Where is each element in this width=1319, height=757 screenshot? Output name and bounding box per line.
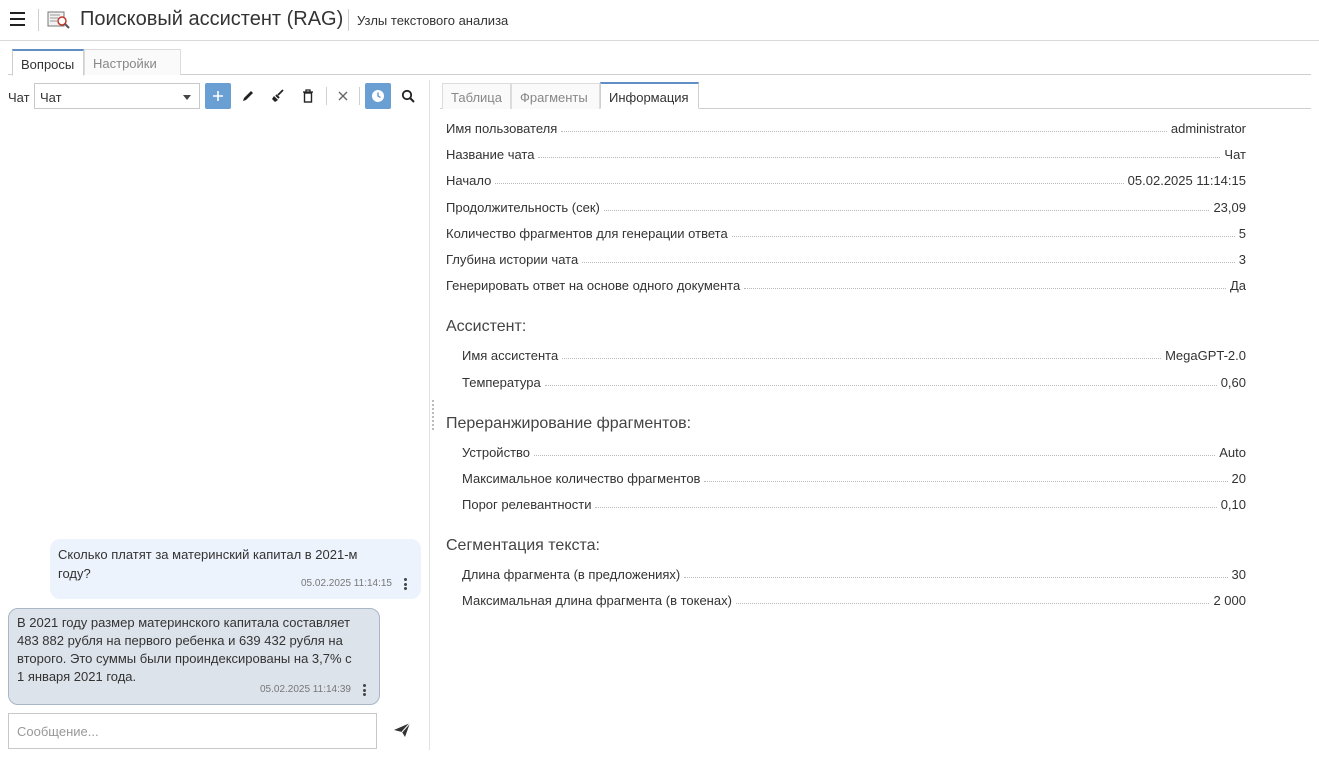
panel-divider[interactable] [429, 80, 430, 750]
app-subtitle[interactable]: Узлы текстового анализа [357, 13, 508, 28]
tab-table[interactable]: Таблица [442, 83, 511, 109]
message-input[interactable]: Сообщение... [8, 713, 377, 749]
info-row: Длина фрагмента (в предложениях) 30 [462, 562, 1246, 582]
delete-chat-button[interactable] [295, 83, 321, 109]
info-value: MegaGPT-2.0 [1165, 348, 1246, 363]
info-value: Да [1229, 278, 1246, 293]
info-key: Максимальное количество фрагментов [462, 471, 701, 486]
broom-icon [272, 89, 284, 102]
title-divider [348, 9, 349, 31]
history-button[interactable] [365, 83, 391, 109]
more-vertical-icon[interactable] [404, 578, 408, 592]
toolbar-divider [326, 87, 327, 105]
chevron-down-icon [183, 95, 191, 100]
send-button[interactable] [393, 722, 413, 740]
close-icon [338, 91, 348, 101]
info-row: Максимальное количество фрагментов 20 [462, 466, 1246, 486]
rag-app-icon [47, 10, 71, 30]
top-tabs-line [8, 74, 1311, 75]
info-key: Устройство [462, 445, 531, 460]
info-value: 23,09 [1213, 200, 1246, 215]
header-divider [38, 9, 39, 31]
info-value: 0,10 [1220, 497, 1246, 512]
info-value: 3 [1238, 252, 1246, 267]
toolbar-divider [359, 87, 360, 105]
info-value: administrator [1170, 121, 1246, 136]
user-message-time: 05.02.2025 11:14:15 [300, 578, 392, 589]
info-key: Генерировать ответ на основе одного доку… [446, 278, 741, 293]
info-row: Порог релевантности 0,10 [462, 492, 1246, 512]
pencil-icon [243, 91, 253, 101]
info-row: Имя пользователя administrator [446, 116, 1246, 136]
info-value: Auto [1219, 445, 1246, 460]
tab-fragments[interactable]: Фрагменты [511, 83, 600, 109]
info-key: Температура [462, 375, 541, 390]
info-row: Максимальная длина фрагмента (в токенах)… [462, 588, 1246, 608]
info-key: Максимальная длина фрагмента (в токенах) [462, 593, 732, 608]
chat-select[interactable]: Чат [34, 83, 200, 109]
info-value: 20 [1231, 471, 1246, 486]
info-key: Имя пользователя [446, 121, 558, 136]
info-key: Начало [446, 173, 492, 188]
clear-chat-button[interactable] [265, 83, 291, 109]
add-chat-button[interactable] [205, 83, 231, 109]
section-title-assistant: Ассистент: [446, 318, 527, 335]
info-key: Порог релевантности [462, 497, 592, 512]
info-value: 30 [1231, 567, 1246, 582]
info-row: Устройство Auto [462, 440, 1246, 460]
app-header: Поисковый ассистент (RAG) Узлы текстовог… [0, 0, 1319, 41]
info-row: Количество фрагментов для генерации отве… [446, 221, 1246, 241]
resize-grip-icon[interactable] [432, 400, 434, 430]
info-value: Чат [1224, 147, 1246, 162]
info-value: 2 000 [1213, 593, 1246, 608]
info-row: Продолжительность (сек) 23,09 [446, 195, 1246, 215]
send-icon [394, 722, 411, 737]
plus-icon [213, 91, 223, 101]
hamburger-menu-icon[interactable] [10, 12, 26, 28]
chat-panel: Чат Чат Сколько платят за материнский ка… [0, 76, 430, 757]
info-value: 05.02.2025 11:14:15 [1127, 173, 1246, 188]
info-key: Глубина истории чата [446, 252, 579, 267]
info-key: Длина фрагмента (в предложениях) [462, 567, 681, 582]
chat-select-label: Чат [8, 90, 30, 105]
close-chat-button[interactable] [330, 83, 356, 109]
info-value: 0,60 [1220, 375, 1246, 390]
info-key: Продолжительность (сек) [446, 200, 600, 215]
info-row: Генерировать ответ на основе одного доку… [446, 273, 1246, 293]
section-title-rerank: Переранжирование фрагментов: [446, 415, 692, 432]
assistant-message-text: В 2021 году размер материнского капитала… [17, 615, 352, 684]
info-row: Глубина истории чата 3 [446, 247, 1246, 267]
info-row: Имя ассистента MegaGPT-2.0 [462, 343, 1246, 363]
info-key: Название чата [446, 147, 535, 162]
assistant-message: В 2021 году размер материнского капитала… [8, 608, 380, 705]
edit-chat-button[interactable] [235, 83, 261, 109]
assistant-message-time: 05.02.2025 11:14:39 [259, 684, 351, 695]
app-title: Поисковый ассистент (RAG) [80, 8, 344, 30]
info-row: Начало 05.02.2025 11:14:15 [446, 168, 1246, 188]
search-button[interactable] [395, 83, 421, 109]
user-message: Сколько платят за материнский капитал в … [50, 539, 421, 599]
info-value: 5 [1238, 226, 1246, 241]
section-title-segmentation: Сегментация текста: [446, 537, 600, 554]
search-icon [401, 89, 415, 103]
info-key: Имя ассистента [462, 348, 559, 363]
info-row: Название чата Чат [446, 142, 1246, 162]
tab-information[interactable]: Информация [600, 82, 699, 109]
info-key: Количество фрагментов для генерации отве… [446, 226, 728, 241]
chat-select-value: Чат [40, 90, 62, 105]
trash-icon [303, 89, 313, 103]
more-vertical-icon[interactable] [363, 684, 367, 698]
clock-icon [372, 90, 384, 102]
info-row: Температура 0,60 [462, 370, 1246, 390]
tab-settings[interactable]: Настройки [84, 49, 181, 75]
tab-questions[interactable]: Вопросы [12, 49, 84, 76]
